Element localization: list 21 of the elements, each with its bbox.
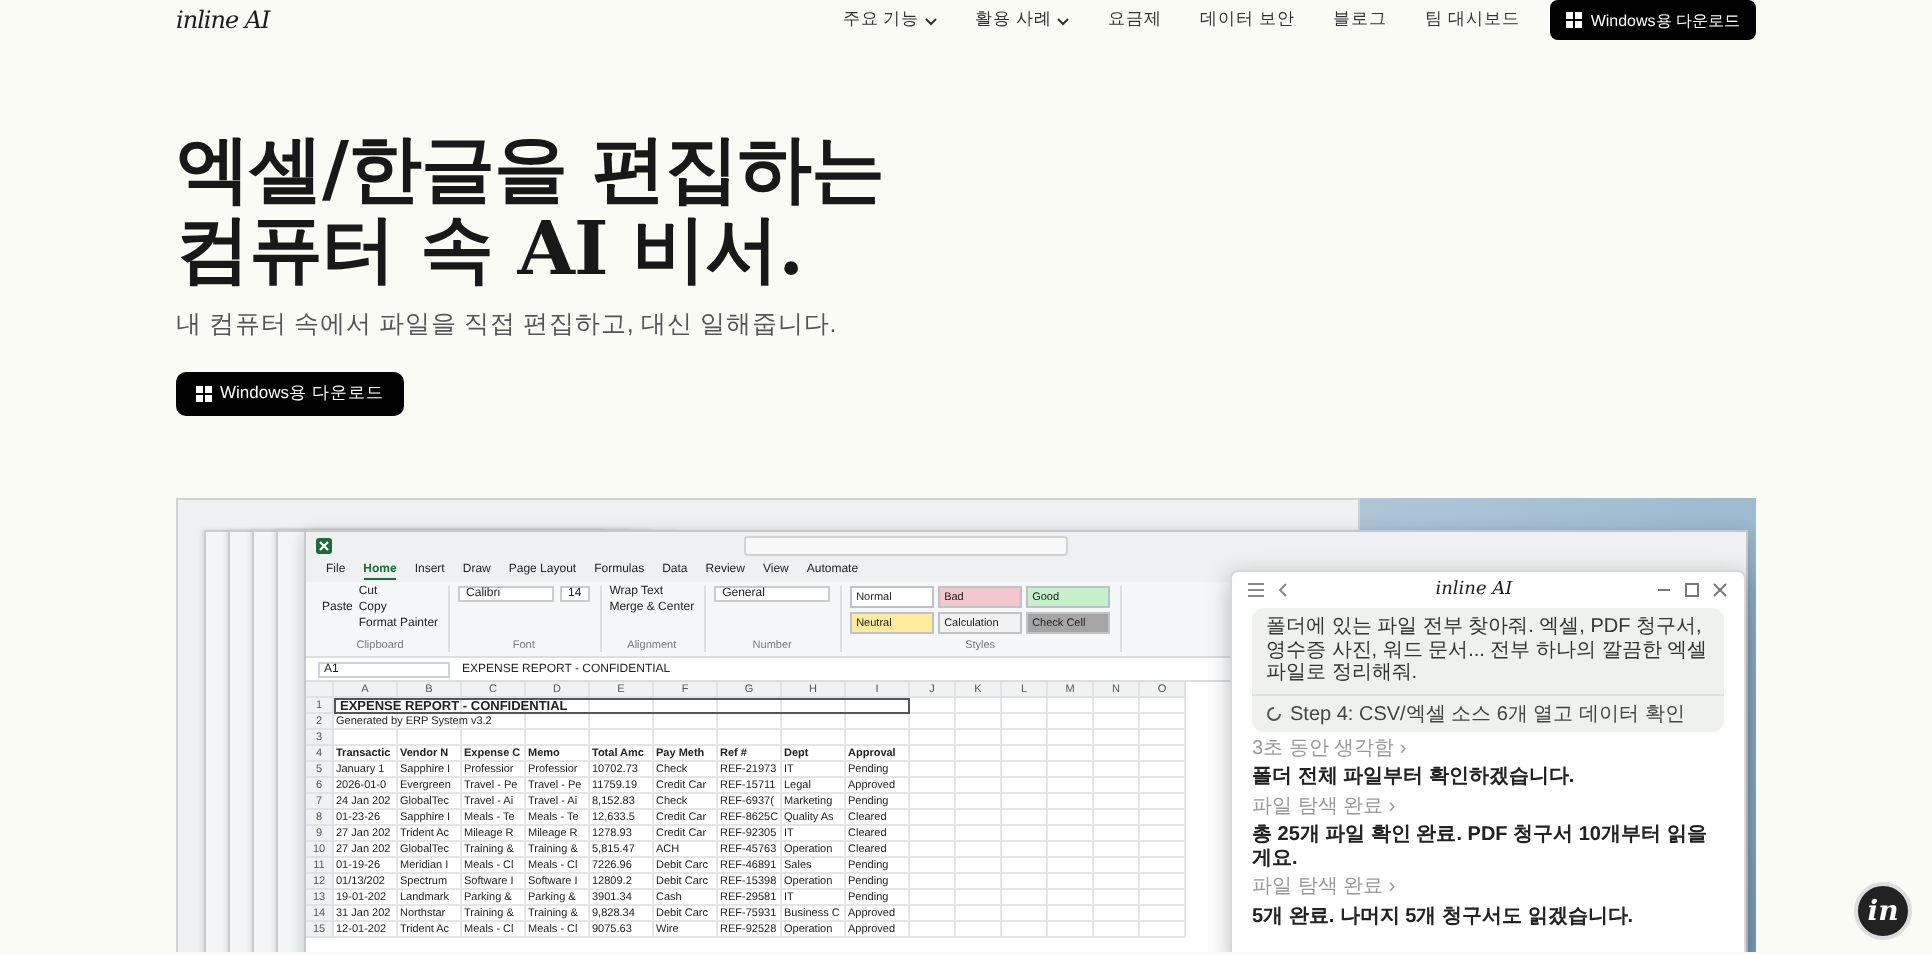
- chat-message: 5개 완료. 나머지 5개 청구서도 읽겠습니다.: [1252, 905, 1636, 928]
- nav-link[interactable]: 블로그: [1313, 8, 1406, 32]
- download-button[interactable]: Windows용 다운로드: [176, 372, 404, 416]
- nav-link[interactable]: 데이터 보안: [1181, 8, 1314, 32]
- chat-message: 총 25개 파일 확인 완료. PDF 청구서 10개부터 읽을게요.: [1252, 824, 1709, 870]
- download-button[interactable]: Windows용 다운로드: [1550, 0, 1756, 40]
- logo: inline AI: [1433, 580, 1515, 600]
- chat-message: 3초 동안 생각함 ›: [1252, 737, 1409, 760]
- chat-button[interactable]: in: [1854, 882, 1912, 940]
- prompt-text: 폴더에 있는 파일 전부 찾아줘. 엑셀, PDF 청구서, 영수증 사진, 워드 문서... 전부 하나의 깔끔한 엑셀 파일로 정리해줘.: [1264, 614, 1710, 688]
- hero-heading: 엑셀/한글을 편집하는 컴퓨터 속 AI 비서.: [176, 128, 884, 288]
- chat-message: 파일 탐색 완료 ›: [1252, 795, 1398, 818]
- logo[interactable]: inline AI: [176, 6, 270, 34]
- nav-link[interactable]: 주요 기능: [823, 8, 957, 32]
- chat-message: 폴더 전체 파일부터 확인하겠습니다.: [1252, 766, 1577, 789]
- step-text: Step 4: CSV/엑셀 소스 6개 열고 데이터 확인: [1290, 701, 1685, 727]
- chat-message: 파일 탐색 완료 ›: [1252, 876, 1398, 899]
- nav-link[interactable]: 활용 사례: [956, 8, 1090, 32]
- nav-link[interactable]: 팀 대시보드: [1405, 8, 1539, 32]
- hero-subtitle: 내 컴퓨터 속에서 파일을 직접 편집하고, 대신 일해줍니다.: [176, 308, 837, 342]
- nav-link[interactable]: 요금제: [1089, 8, 1182, 32]
